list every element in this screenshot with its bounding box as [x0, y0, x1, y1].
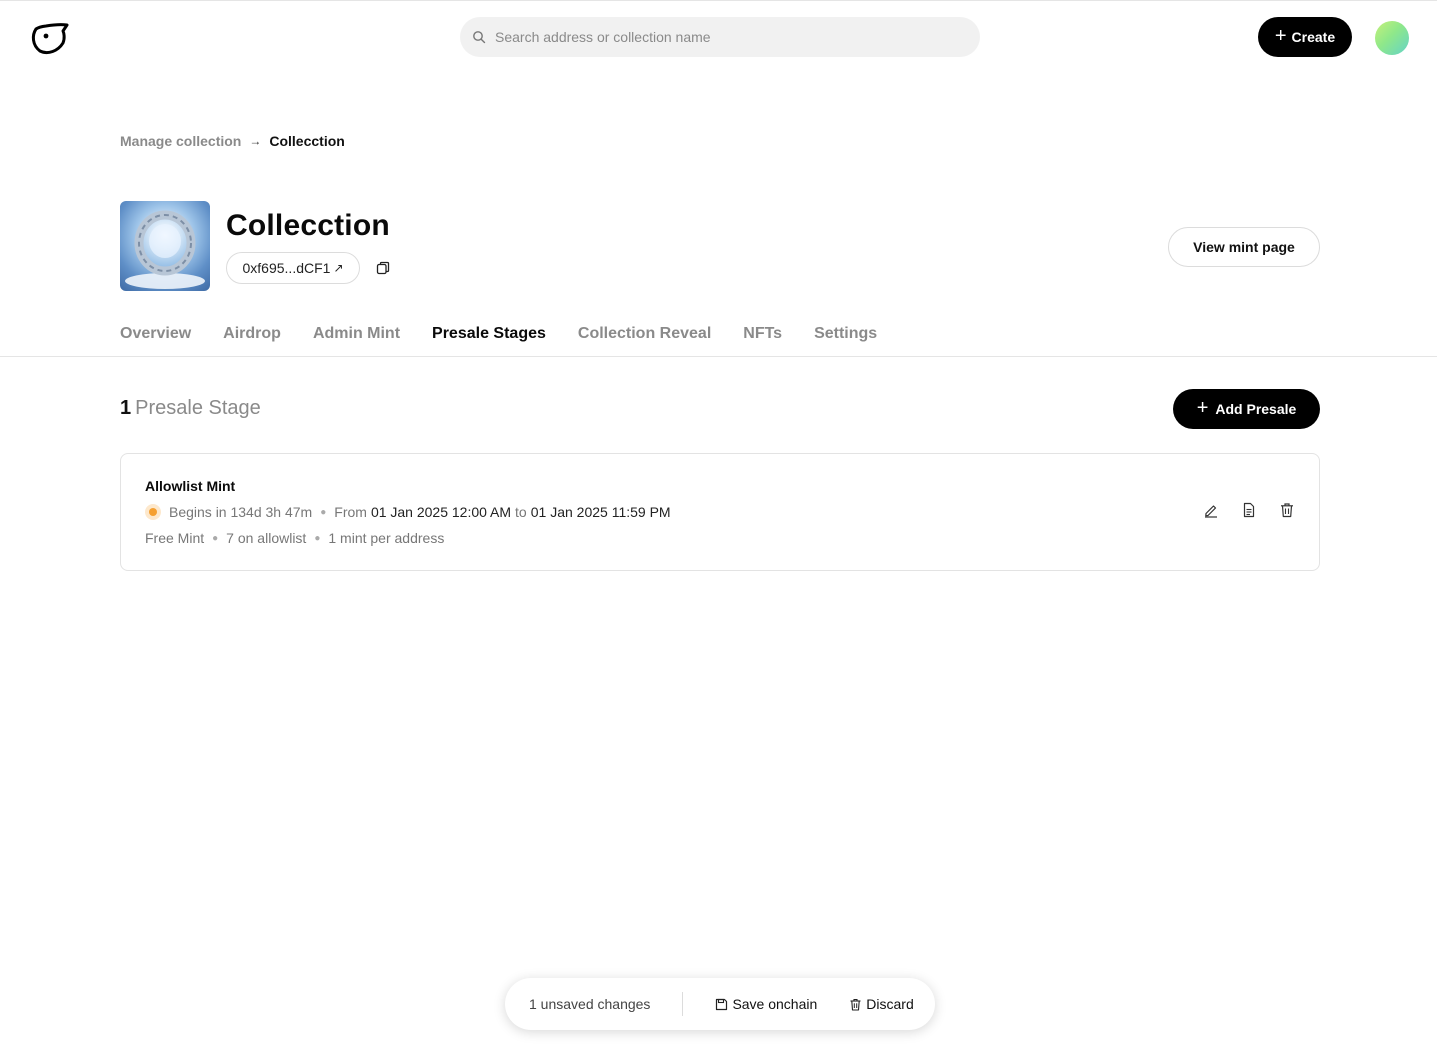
trash-icon: [850, 998, 861, 1011]
status-dot-icon: [145, 504, 161, 520]
add-presale-label: Add Presale: [1215, 401, 1297, 417]
collection-title: Collecction: [226, 209, 390, 242]
separator-dot: ●: [212, 532, 219, 544]
tab-airdrop[interactable]: Airdrop: [223, 325, 281, 343]
add-presale-button[interactable]: + Add Presale: [1173, 389, 1320, 429]
tab-bar: Overview Airdrop Admin Mint Presale Stag…: [120, 325, 909, 343]
bird-logo-icon[interactable]: [30, 21, 70, 57]
stage-price: Free Mint: [145, 530, 205, 546]
stage-from-label: From: [334, 504, 367, 520]
stage-details: Free Mint ● 7 on allowlist ● 1 mint per …: [145, 530, 444, 546]
discard-label: Discard: [866, 996, 914, 1012]
presale-stage-card: Allowlist Mint Begins in 134d 3h 47m ● F…: [120, 453, 1320, 571]
discard-button[interactable]: Discard: [849, 996, 914, 1012]
create-button[interactable]: + Create: [1258, 17, 1352, 57]
save-onchain-label: Save onchain: [732, 996, 818, 1012]
tab-overview[interactable]: Overview: [120, 325, 191, 343]
separator-dot: ●: [314, 532, 321, 544]
contract-address: 0xf695...dCF1: [242, 260, 331, 276]
collection-thumbnail: [120, 201, 210, 291]
breadcrumb-current: Collecction: [269, 133, 345, 149]
tab-presale-stages[interactable]: Presale Stages: [432, 325, 546, 343]
trash-icon[interactable]: [1279, 502, 1295, 518]
stage-actions: [1181, 502, 1295, 518]
plus-icon: +: [1274, 25, 1287, 47]
stage-schedule: Begins in 134d 3h 47m ● From 01 Jan 2025…: [145, 504, 675, 520]
tab-collection-reveal[interactable]: Collection Reveal: [578, 325, 711, 343]
bar-divider: [682, 992, 684, 1016]
tab-nfts[interactable]: NFTs: [743, 325, 782, 343]
page: + Create Manage collection → Collecction…: [0, 0, 1437, 1061]
presale-count-heading: 1 Presale Stage: [120, 397, 261, 420]
tabs-divider: [0, 356, 1437, 357]
external-link-icon: ↗: [333, 261, 344, 275]
stage-name: Allowlist Mint: [145, 478, 236, 494]
avatar[interactable]: [1375, 21, 1409, 55]
presale-count: 1: [120, 397, 132, 419]
stage-begins: Begins in 134d 3h 47m: [169, 504, 313, 520]
edit-icon[interactable]: [1203, 502, 1219, 518]
separator-dot: ●: [320, 506, 327, 518]
save-icon: [716, 998, 728, 1010]
stage-limit: 1 mint per address: [328, 530, 445, 546]
stage-start-time: 01 Jan 2025 12:00 AM: [370, 504, 512, 520]
breadcrumb: Manage collection → Collecction: [120, 133, 345, 149]
contract-address-link[interactable]: 0xf695...dCF1 ↗: [226, 252, 360, 284]
stage-to-label: to: [515, 504, 527, 520]
search-icon: [473, 31, 486, 44]
tab-settings[interactable]: Settings: [814, 325, 877, 343]
search-input[interactable]: [495, 29, 935, 45]
copy-icon[interactable]: [376, 261, 390, 275]
search-bar[interactable]: [460, 17, 980, 57]
unsaved-changes-bar: 1 unsaved changes Save onchain Discard: [505, 978, 935, 1030]
presale-count-label: Presale Stage: [135, 397, 261, 419]
arrow-right-icon: →: [249, 134, 262, 148]
create-label: Create: [1291, 29, 1336, 45]
stage-allowlist: 7 on allowlist: [226, 530, 307, 546]
breadcrumb-parent-link[interactable]: Manage collection: [120, 133, 241, 149]
plus-icon: +: [1196, 397, 1209, 419]
tab-admin-mint[interactable]: Admin Mint: [313, 325, 400, 343]
save-onchain-button[interactable]: Save onchain: [715, 996, 817, 1012]
unsaved-changes-text: 1 unsaved changes: [529, 996, 651, 1012]
document-icon[interactable]: [1241, 502, 1257, 518]
view-mint-page-button[interactable]: View mint page: [1168, 227, 1320, 267]
stage-end-time: 01 Jan 2025 11:59 PM: [530, 504, 671, 520]
